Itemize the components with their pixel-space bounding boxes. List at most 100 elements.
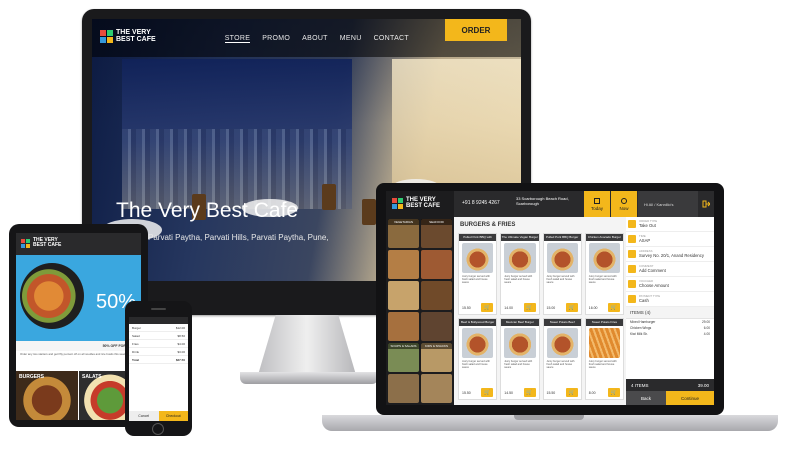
- field-value: Add Comment: [639, 268, 666, 273]
- tab-today-label: Today: [590, 205, 603, 211]
- add-to-cart-button[interactable]: 🛒: [608, 388, 620, 397]
- add-to-cart-button[interactable]: 🛒: [565, 303, 578, 312]
- site-nav-links: STORE PROMO ABOUT MENU CONTACT: [224, 35, 409, 43]
- fries-image: [588, 328, 620, 358]
- line-name: Mixed Hamburger: [630, 320, 656, 324]
- address-field[interactable]: ADDRESS Survey No. 20/1, Anand Residency: [626, 247, 714, 262]
- home-button[interactable]: [152, 423, 164, 435]
- continue-button[interactable]: Continue: [666, 391, 714, 405]
- noodle-bowl-image: [20, 263, 84, 329]
- category-tile[interactable]: KIDS & SNACKS: [421, 343, 452, 372]
- menu-item-card[interactable]: Pulled Pork BBQ with Coleslaw Burger Jui…: [458, 233, 498, 315]
- time-field[interactable]: TIME ASAP: [626, 232, 714, 247]
- nav-menu[interactable]: MENU: [340, 35, 362, 43]
- items-title: ITEMS (4): [626, 307, 714, 319]
- category-tile[interactable]: [421, 312, 452, 341]
- line-price: 29.00: [702, 320, 710, 324]
- line-price: 6.00: [703, 326, 710, 330]
- line-name: Kiwi Milk Sh.: [630, 332, 649, 336]
- nav-contact[interactable]: CONTACT: [374, 35, 409, 43]
- pos-topbar: THE VERY BEST CAFE +91 8 9245 4267 33 Sc…: [386, 191, 714, 217]
- item-price: 15.50: [546, 391, 556, 395]
- item-price: 15.50: [462, 391, 471, 395]
- cart-row[interactable]: Drink $3.00: [129, 348, 188, 356]
- row-value: $8.50: [177, 333, 185, 338]
- total-value: 39.00: [697, 382, 709, 388]
- category-tile[interactable]: [388, 312, 419, 341]
- phone: Burger $12.00 Salad $8.50 Fries $4.00 Dr…: [125, 301, 192, 436]
- menu-item-card[interactable]: Sweet Potato Beef Juicy burger served wi…: [542, 318, 582, 400]
- burger-image: [588, 243, 620, 273]
- category-tile[interactable]: SOUPS & SALADS: [388, 343, 419, 372]
- cart-icon: 🛒: [526, 304, 533, 311]
- voucher-field[interactable]: VOUCHER Choose Amount: [626, 277, 714, 292]
- cash-icon: [628, 295, 636, 303]
- comment-field[interactable]: COMMENT Add Comment: [626, 262, 714, 277]
- nav-store[interactable]: STORE: [224, 35, 251, 43]
- item-description: Juicy burger served with fresh salad and…: [462, 275, 490, 285]
- row-value: $27.50: [175, 357, 185, 362]
- pos-logo-line2: BEST CAFE: [406, 203, 441, 209]
- logout-button[interactable]: [698, 191, 714, 217]
- cart-row[interactable]: Salad $8.50: [129, 332, 188, 340]
- item-price: 15.50: [462, 306, 471, 310]
- add-to-cart-button[interactable]: 🛒: [565, 388, 578, 397]
- category-tile[interactable]: [421, 281, 452, 310]
- nav-promo[interactable]: PROMO: [262, 35, 290, 43]
- row-label: Drink: [132, 349, 140, 354]
- add-to-cart-button[interactable]: 🛒: [608, 303, 620, 312]
- checkout-button[interactable]: Checkout: [158, 411, 188, 421]
- cancel-button[interactable]: Cancel: [129, 411, 159, 421]
- site-logo[interactable]: THE VERY BEST CAFE: [100, 29, 156, 43]
- category-tile[interactable]: [421, 374, 452, 403]
- burgers-tile[interactable]: BURGERS: [16, 371, 78, 420]
- tab-today[interactable]: Today: [584, 191, 610, 217]
- comment-icon: [628, 265, 636, 273]
- menu-item-card[interactable]: Beef & Bollywood Burger Juicy burger ser…: [458, 318, 498, 400]
- field-value: Choose Amount: [639, 283, 669, 288]
- promo-text: Order any two starters and get fifty per…: [20, 352, 133, 356]
- order-total-bar: 4 ITEMS 39.00: [626, 379, 714, 391]
- category-tile[interactable]: [421, 250, 452, 279]
- pos-logo[interactable]: THE VERY BEST CAFE: [386, 191, 454, 217]
- add-to-cart-button[interactable]: 🛒: [481, 303, 494, 312]
- add-to-cart-button[interactable]: 🛒: [481, 388, 494, 397]
- item-description: Juicy burger served with fresh salad and…: [588, 360, 617, 370]
- menu-item-card[interactable]: Pulled Pork BBQ Burger Juicy burger serv…: [542, 233, 582, 315]
- category-tile[interactable]: SEAFOOD: [421, 219, 452, 248]
- cart-icon: 🛒: [568, 389, 575, 396]
- category-tile[interactable]: [388, 250, 419, 279]
- menu-item-grid: Pulled Pork BBQ with Coleslaw Burger Jui…: [458, 233, 624, 400]
- pos-user[interactable]: Hi All / Kannilio's: [638, 191, 698, 217]
- tab-now-label: Now: [619, 205, 629, 211]
- order-button[interactable]: ORDER: [445, 19, 507, 41]
- category-tile[interactable]: [388, 281, 419, 310]
- promo-strip: 50% OFF FOR ALL N: [16, 341, 141, 351]
- monitor-stand: [258, 315, 356, 375]
- cart-row[interactable]: Burger $12.00: [129, 324, 188, 332]
- menu-item-card[interactable]: The Ultimate Vegan Burger Juicy burger s…: [500, 233, 540, 315]
- order-type-field[interactable]: ORDER TYPE Take Out: [626, 217, 714, 232]
- menu-item-card[interactable]: Chicken Avocado Burger Juicy burger serv…: [584, 233, 624, 315]
- add-to-cart-button[interactable]: 🛒: [523, 303, 536, 312]
- cart-icon: 🛒: [526, 389, 533, 396]
- category-tile[interactable]: VEGETARIAN: [388, 219, 419, 248]
- row-value: $3.00: [177, 349, 185, 354]
- category-tile[interactable]: [388, 374, 419, 403]
- pos-menu-panel: BURGERS & FRIES Pulled Pork BBQ with Col…: [454, 217, 626, 405]
- back-button[interactable]: Back: [626, 391, 666, 405]
- tab-now[interactable]: Now: [611, 191, 637, 217]
- salats-label: SALATS: [82, 374, 102, 380]
- cart-icon: 🛒: [610, 389, 618, 396]
- menu-item-card[interactable]: Sweet Potato Fries Juicy burger served w…: [584, 318, 624, 400]
- payment-field[interactable]: PAYMENT TYPE Cash: [626, 292, 714, 307]
- cart-row[interactable]: Fries $4.00: [129, 340, 188, 348]
- phone-speaker: [151, 308, 166, 310]
- order-line[interactable]: Kiwi Milk Sh. 4.00: [626, 331, 714, 337]
- phone-actions: Cancel Checkout: [129, 411, 188, 421]
- add-to-cart-button[interactable]: 🛒: [523, 388, 536, 397]
- location-icon: [628, 250, 636, 258]
- tablet-logo[interactable]: THE VERY BEST CAFE: [21, 238, 61, 248]
- menu-item-card[interactable]: Mexican Beef Burger Juicy burger served …: [500, 318, 540, 400]
- nav-about[interactable]: ABOUT: [302, 35, 328, 43]
